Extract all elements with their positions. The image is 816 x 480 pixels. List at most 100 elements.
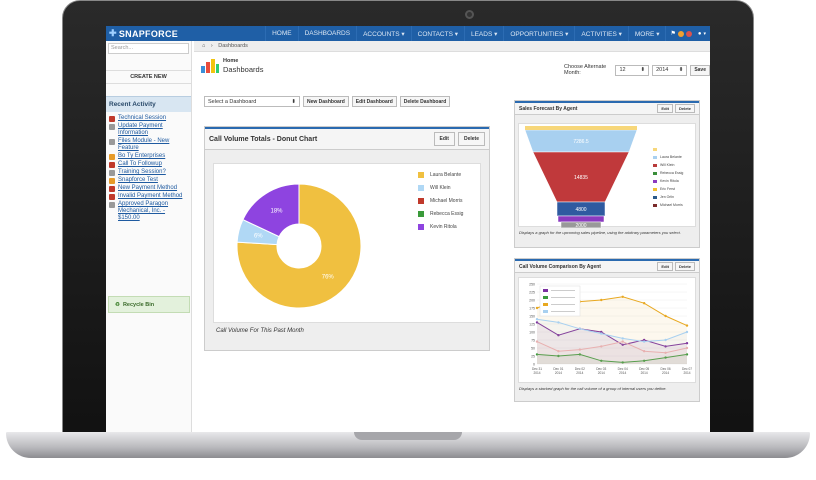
nav-item[interactable]: LEADS ▾ bbox=[463, 26, 503, 41]
dashboard-select[interactable]: Select a Dashboard ⬍ bbox=[204, 96, 300, 107]
legend-swatch bbox=[418, 185, 424, 191]
line-legend-swatch bbox=[543, 303, 548, 306]
search-input[interactable]: Search... bbox=[108, 43, 189, 54]
year-select[interactable]: 2014 ⬍ bbox=[652, 64, 688, 76]
series-point bbox=[600, 298, 603, 302]
recent-item[interactable]: New Payment Method bbox=[106, 184, 191, 192]
month-select[interactable]: 12 ⬍ bbox=[615, 64, 650, 76]
legend-swatch bbox=[653, 155, 657, 159]
line-edit-button[interactable]: Edit bbox=[657, 262, 673, 271]
donut-caption: Call Volume For This Past Month bbox=[216, 328, 304, 334]
recycle-label: Recycle Bin bbox=[122, 301, 155, 308]
funnel-title: Sales Forecast By Agent bbox=[519, 105, 578, 112]
legend-label: Laura Belante bbox=[430, 172, 462, 178]
nav-item[interactable]: ACTIVITIES ▾ bbox=[574, 26, 627, 41]
nav-item[interactable]: ACCOUNTS ▾ bbox=[356, 26, 411, 41]
funnel-chart: 7286.5 14835 4800 2000 bbox=[524, 126, 638, 233]
funnel-label: 7286.5 bbox=[573, 139, 589, 145]
recycle-icon: ♻ bbox=[115, 301, 120, 308]
edit-dashboard-button[interactable]: Edit Dashboard bbox=[351, 96, 397, 107]
series-point bbox=[535, 306, 539, 310]
recent-item-label: Update Payment Information bbox=[118, 123, 163, 136]
recent-item[interactable]: Bo Ty Enterprises bbox=[106, 152, 191, 160]
nav-item[interactable]: OPPORTUNITIES ▾ bbox=[503, 26, 574, 41]
recent-activity-list: Technical Session Update Payment Informat… bbox=[106, 112, 191, 222]
nav-item[interactable]: HOME bbox=[265, 26, 298, 41]
line-delete-button[interactable]: Delete bbox=[674, 262, 695, 271]
series-point bbox=[535, 340, 539, 343]
activity-icon bbox=[109, 178, 115, 184]
funnel-delete-button[interactable]: Delete bbox=[674, 104, 695, 113]
create-new-button[interactable]: CREATE NEW bbox=[106, 70, 191, 84]
top-nav: ✚ SNAPFORCE HOME DASHBOARDS ACCOUNTS ▾ CONT… bbox=[106, 26, 710, 41]
donut-label: 18% bbox=[270, 209, 283, 215]
legend-label: Will Klein bbox=[660, 163, 675, 167]
y-tick-label: 50 bbox=[531, 347, 535, 351]
y-tick-label: 150 bbox=[529, 315, 535, 319]
legend-label: Rebecca Essig bbox=[660, 171, 684, 175]
y-tick-label: 200 bbox=[529, 299, 535, 303]
funnel-legend-item: Jen Orlin bbox=[653, 195, 683, 199]
legend-label: Kevin Ritola bbox=[430, 224, 457, 230]
flag-icon[interactable]: ⚑ bbox=[670, 30, 675, 37]
funnel-legend-item: Kevin Ritola bbox=[653, 179, 683, 183]
legend-item: Kevin Ritola bbox=[418, 224, 463, 230]
activity-icon bbox=[109, 170, 115, 176]
recent-item[interactable]: Files Module - New Feature bbox=[106, 137, 191, 152]
donut-delete-button[interactable]: Delete bbox=[457, 132, 485, 146]
dashboard-select-value: Select a Dashboard bbox=[208, 98, 257, 105]
legend-swatch bbox=[418, 198, 424, 204]
recent-item[interactable]: Technical Session bbox=[106, 114, 191, 122]
legend-swatch bbox=[653, 203, 657, 207]
alert-badge[interactable] bbox=[685, 30, 692, 37]
y-tick-label: 250 bbox=[529, 283, 535, 287]
recent-item[interactable]: Invalid Payment Method bbox=[106, 192, 191, 200]
nav-item[interactable]: DASHBOARDS bbox=[297, 26, 357, 41]
logo-icon: ✚ bbox=[109, 28, 117, 38]
recent-item[interactable]: Snapforce Test bbox=[106, 176, 191, 184]
nav-item[interactable]: MORE ▾ bbox=[627, 26, 666, 41]
recent-item-label: Invalid Payment Method bbox=[118, 193, 183, 199]
funnel-segment bbox=[557, 215, 605, 223]
alternate-month-picker: Choose Alternate Month: 12 ⬍ 2014 ⬍ Save bbox=[564, 64, 710, 76]
series-point bbox=[621, 295, 624, 298]
recent-item-label: Approved Paragon Mechanical, Inc. - $150… bbox=[118, 201, 169, 221]
month-value: 12 bbox=[619, 67, 626, 73]
new-dashboard-button[interactable]: New Dashboard bbox=[303, 96, 349, 107]
nav-item[interactable]: CONTACTS ▾ bbox=[410, 26, 464, 41]
series-point bbox=[557, 321, 560, 324]
save-button[interactable]: Save bbox=[690, 64, 710, 76]
series-point bbox=[600, 332, 603, 335]
notification-badge[interactable] bbox=[677, 30, 684, 37]
y-tick-label: 225 bbox=[529, 291, 535, 295]
legend-label: Laura Belante bbox=[660, 155, 682, 159]
funnel-edit-button[interactable]: Edit bbox=[657, 104, 673, 113]
legend-label: Michael Morris bbox=[430, 198, 463, 204]
series-point bbox=[685, 330, 689, 334]
x-tick-label: 2014 bbox=[533, 371, 540, 375]
user-caret-icon[interactable]: ▾ bbox=[703, 31, 706, 37]
donut-edit-button[interactable]: Edit bbox=[433, 132, 455, 146]
delete-dashboard-button[interactable]: Delete Dashboard bbox=[399, 96, 451, 107]
series-point bbox=[578, 327, 582, 330]
line-chart: 0255075100125150175200225250Dec 312014De… bbox=[529, 283, 692, 376]
recent-item[interactable]: Call To Followup bbox=[106, 160, 191, 168]
home-icon[interactable]: ⌂ bbox=[202, 43, 205, 49]
recent-item[interactable]: Training Session? bbox=[106, 168, 191, 176]
activity-icon bbox=[109, 116, 115, 122]
legend-label: Michael Morris bbox=[660, 203, 683, 207]
x-tick-label: 2014 bbox=[619, 371, 626, 375]
user-icon[interactable]: ● bbox=[698, 31, 702, 37]
legend-item: Laura Belante bbox=[418, 172, 463, 178]
series-point bbox=[664, 338, 667, 342]
funnel-chart-area: 7286.5 14835 4800 2000 Laura Belante Will Kl… bbox=[518, 123, 696, 233]
funnel-caption: Displays a graph for the upcoming sales … bbox=[519, 230, 681, 235]
funnel-label: 2000 bbox=[575, 223, 586, 228]
recycle-bin-button[interactable]: ♻ Recycle Bin bbox=[108, 296, 190, 313]
year-value: 2014 bbox=[656, 67, 669, 73]
logo[interactable]: ✚ SNAPFORCE bbox=[106, 28, 256, 39]
page-home-label: Home bbox=[223, 58, 239, 64]
donut-chart-area: 76% 6% 18% Laura Belante Will Klein Michael … bbox=[213, 163, 481, 323]
recent-item[interactable]: Update Payment Information bbox=[106, 122, 191, 137]
recent-item[interactable]: Approved Paragon Mechanical, Inc. - $150… bbox=[106, 200, 191, 222]
